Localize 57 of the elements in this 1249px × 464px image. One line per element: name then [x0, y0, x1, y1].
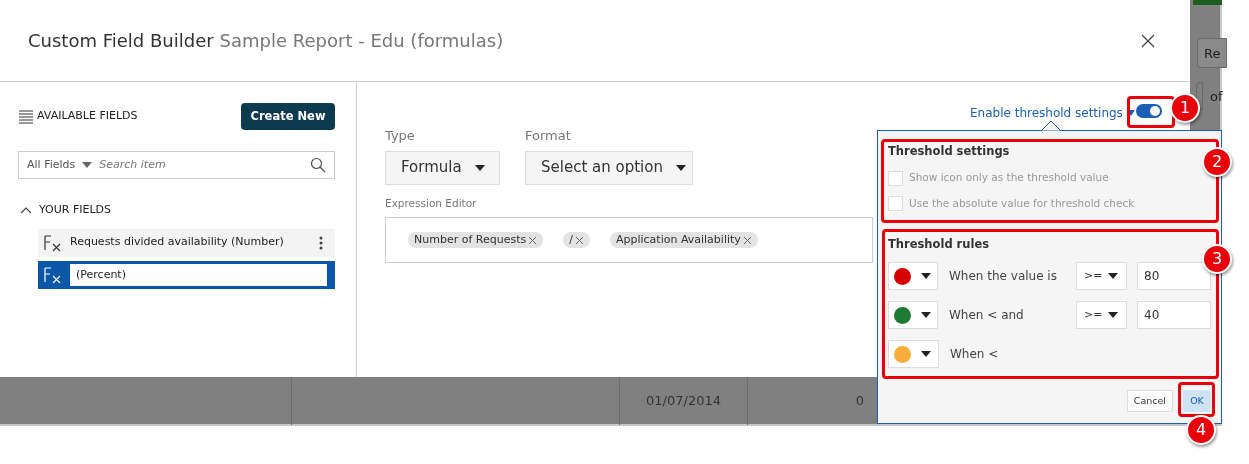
- toggle-switch[interactable]: [1136, 104, 1162, 118]
- caret-icon: [920, 350, 932, 358]
- remove-icon: [528, 235, 538, 245]
- section-title: Threshold settings: [888, 143, 1011, 160]
- field-item[interactable]: Requests divided availability (Number): [38, 228, 335, 257]
- caret-icon: [920, 272, 932, 280]
- dialog-subtitle: Sample Report - Edu (formulas): [219, 29, 504, 53]
- checkbox-label: Show icon only as the threshold value: [909, 170, 1109, 186]
- caret-icon: [1107, 311, 1119, 319]
- section-title: Threshold rules: [888, 235, 991, 253]
- table-cell-text: 01/07/2014: [646, 392, 721, 411]
- expression-editor[interactable]: Number of Requests / Application Availability: [385, 217, 873, 264]
- field-item[interactable]: (Percent): [38, 260, 335, 289]
- panel-heading: AVAILABLE FIELDS: [37, 108, 138, 125]
- ok-button[interactable]: OK: [1183, 390, 1211, 412]
- table-cell-text: 0: [855, 392, 864, 411]
- caret-icon: [81, 161, 94, 169]
- cancel-button[interactable]: Cancel: [1126, 390, 1173, 412]
- rule-label: When < and: [949, 307, 1025, 324]
- search-field[interactable]: All Fields Search item: [18, 151, 335, 179]
- color-dropdown[interactable]: [888, 340, 939, 368]
- list-icon: [18, 108, 34, 125]
- threshold-link[interactable]: Enable threshold settings: [970, 104, 1123, 122]
- callout-badge: 3: [1202, 244, 1232, 274]
- caret-icon: [1107, 272, 1119, 280]
- value-input[interactable]: 80: [1137, 262, 1211, 290]
- top-strip: [1193, 0, 1222, 5]
- color-dropdown[interactable]: [888, 301, 938, 329]
- close-icon: [1141, 33, 1155, 48]
- caret-icon: [920, 311, 932, 319]
- section-label[interactable]: YOUR FIELDS: [39, 202, 112, 219]
- field-label: Type: [385, 127, 416, 145]
- format-dropdown[interactable]: Select an option: [525, 150, 693, 185]
- more-icon: [319, 235, 323, 250]
- caret-icon: [674, 163, 687, 172]
- value-input[interactable]: 40: [1137, 301, 1211, 329]
- operator-dropdown[interactable]: >=: [1075, 262, 1127, 290]
- rule-label: When <: [950, 346, 1000, 363]
- formula-token[interactable]: /: [569, 232, 573, 249]
- filter-dropdown[interactable]: All Fields: [27, 156, 76, 174]
- callout-badge: 4: [1186, 415, 1216, 445]
- type-dropdown[interactable]: Formula: [385, 150, 500, 185]
- operator-dropdown[interactable]: >=: [1075, 301, 1127, 329]
- report-button[interactable]: Re: [1197, 38, 1227, 68]
- create-new-button[interactable]: Create New: [241, 103, 335, 130]
- caret-icon: [473, 163, 486, 172]
- search-icon: [310, 157, 326, 173]
- remove-icon: [742, 235, 752, 245]
- checkbox-label: Use the absolute value for threshold check: [909, 196, 1135, 211]
- rule-label: When the value is: [949, 268, 1058, 285]
- callout-badge: 2: [1202, 147, 1232, 177]
- dialog-title: Custom Field Builder: [28, 29, 214, 53]
- remove-icon: [574, 235, 584, 245]
- name-input[interactable]: (Percent): [70, 263, 327, 286]
- color-dropdown[interactable]: [888, 262, 938, 290]
- field-label: Format: [525, 127, 572, 145]
- field-label: Expression Editor: [385, 195, 477, 211]
